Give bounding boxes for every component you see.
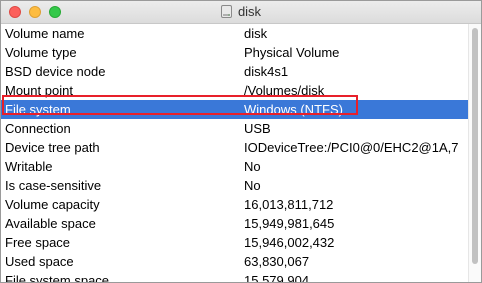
table-row[interactable]: Used space 63,830,067 xyxy=(1,252,469,271)
row-value: USB xyxy=(244,121,271,136)
table-row[interactable]: Volume capacity 16,013,811,712 xyxy=(1,195,469,214)
row-label: Connection xyxy=(5,121,71,136)
table-row[interactable]: Available space 15,949,981,645 xyxy=(1,214,469,233)
table-row[interactable]: File system space 15,579,904 xyxy=(1,271,469,283)
row-label: BSD device node xyxy=(5,64,106,79)
row-label: Free space xyxy=(5,235,71,250)
vertical-scrollbar[interactable] xyxy=(468,24,481,282)
row-label: Volume name xyxy=(5,26,85,41)
table-row[interactable]: Volume name disk xyxy=(1,24,469,43)
row-label: Used space xyxy=(5,254,74,269)
row-value: /Volumes/disk xyxy=(244,83,325,98)
row-value: 15,579,904 xyxy=(244,273,310,283)
window-title: disk xyxy=(1,4,481,21)
row-label: Volume type xyxy=(5,45,77,60)
scroll-thumb[interactable] xyxy=(472,28,478,264)
row-value: 15,949,981,645 xyxy=(244,216,335,231)
table-row[interactable]: File system Windows (NTFS) xyxy=(1,100,469,119)
table-row[interactable]: BSD device node disk4s1 xyxy=(1,62,469,81)
row-label: Volume capacity xyxy=(5,197,100,212)
title-bar: disk xyxy=(1,1,481,24)
row-label: Available space xyxy=(5,216,96,231)
table-row[interactable]: Is case-sensitive No xyxy=(1,176,469,195)
row-value: 15,946,002,432 xyxy=(244,235,335,250)
row-value: IODeviceTree:/PCI0@0/EHC2@1A,7 xyxy=(244,140,459,155)
row-value: Physical Volume xyxy=(244,45,340,60)
table-row[interactable]: Volume type Physical Volume xyxy=(1,43,469,62)
row-label: Is case-sensitive xyxy=(5,178,102,193)
row-value: No xyxy=(244,159,261,174)
row-value: 16,013,811,712 xyxy=(244,197,334,212)
window-title-text: disk xyxy=(237,4,262,19)
row-label: Writable xyxy=(5,159,53,174)
row-label: Device tree path xyxy=(5,140,100,155)
info-window: disk Volume name disk Volume type Physical … xyxy=(0,0,482,283)
row-label: File system space xyxy=(5,273,110,283)
row-value: disk xyxy=(244,26,268,41)
row-value: disk4s1 xyxy=(244,64,289,79)
disk-icon xyxy=(220,5,232,18)
row-value: Windows (NTFS) xyxy=(244,102,343,117)
table-row[interactable]: Writable No xyxy=(1,157,469,176)
row-label: File system xyxy=(5,102,71,117)
table-row[interactable]: Connection USB xyxy=(1,119,469,138)
table-row[interactable]: Free space 15,946,002,432 xyxy=(1,233,469,252)
row-value: No xyxy=(244,178,261,193)
row-label: Mount point xyxy=(5,83,73,98)
table-row[interactable]: Device tree path IODeviceTree:/PCI0@0/EHC… xyxy=(1,138,469,157)
row-value: 63,830,067 xyxy=(244,254,310,269)
table-row[interactable]: Mount point/Volumes/disk xyxy=(1,81,469,100)
